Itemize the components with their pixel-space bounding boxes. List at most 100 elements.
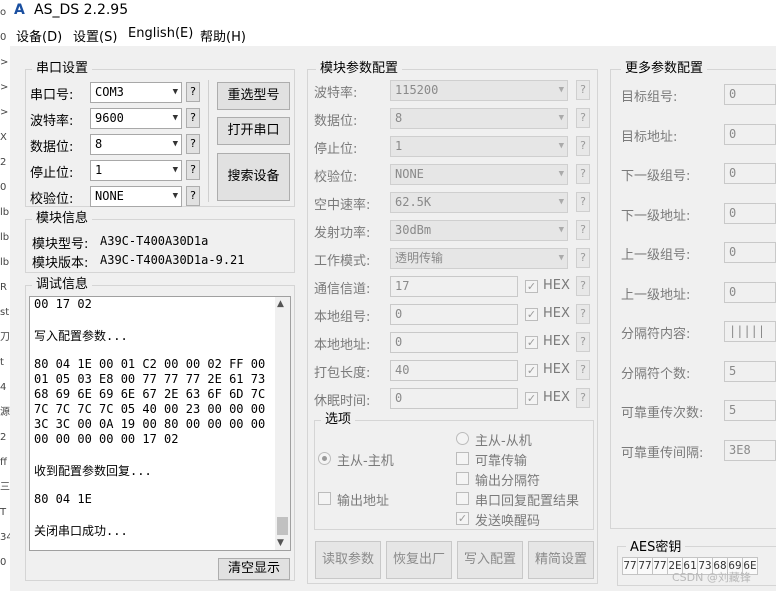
help-button[interactable]: ? (576, 192, 590, 212)
help-button[interactable]: ? (576, 248, 590, 268)
hex-field-input[interactable]: 0 (390, 332, 518, 353)
param-label: 空中速率: (314, 198, 371, 213)
param-label: 停止位: (314, 142, 358, 157)
help-button[interactable]: ? (576, 80, 590, 100)
debug-log-scrollbar[interactable]: ▲ ▼ (275, 297, 290, 550)
scroll-down-icon[interactable]: ▼ (277, 538, 284, 548)
more-field-input[interactable]: 5 (724, 400, 776, 421)
hex-field-input[interactable]: 40 (390, 360, 518, 381)
help-button[interactable]: ? (576, 164, 590, 184)
simple-settings-button[interactable]: 精简设置 (528, 541, 594, 579)
chevron-down-icon: ▼ (172, 113, 178, 123)
menu-help[interactable]: 帮助(H) (200, 26, 246, 45)
serial-combo[interactable]: 8 ▼ (90, 134, 182, 155)
radio-slave-label: 主从-从机 (475, 434, 532, 449)
param-combo[interactable]: 62.5K ▼ (390, 192, 568, 213)
help-button[interactable]: ? (576, 332, 590, 352)
menu-english[interactable]: English(E) (128, 26, 193, 41)
help-button[interactable]: ? (576, 220, 590, 240)
write-config-button[interactable]: 写入配置 (457, 541, 523, 579)
restore-factory-button[interactable]: 恢复出厂 (386, 541, 452, 579)
help-button[interactable]: ? (576, 388, 590, 408)
send-wakeup-checkbox[interactable]: ✓ (456, 512, 469, 525)
help-button[interactable]: ? (186, 134, 200, 154)
output-address-label: 输出地址 (337, 494, 390, 509)
search-device-button[interactable]: 搜索设备 (217, 153, 290, 201)
chevron-down-icon: ▼ (558, 253, 564, 263)
param-label: 发射功率: (314, 226, 371, 241)
radio-slave[interactable] (456, 432, 469, 445)
strip-text: R (0, 282, 7, 293)
hex-label: HEX (543, 306, 570, 321)
menu-device[interactable]: 设备(D) (16, 26, 62, 45)
output-address-checkbox[interactable] (318, 492, 331, 505)
param-combo[interactable]: 30dBm ▼ (390, 220, 568, 241)
output-separator-checkbox[interactable] (456, 472, 469, 485)
scroll-thumb[interactable] (277, 517, 288, 535)
serial-combo[interactable]: NONE ▼ (90, 186, 182, 207)
hex-label: HEX (543, 362, 570, 377)
more-field-input[interactable]: 3E8 (724, 439, 776, 461)
scroll-up-icon[interactable]: ▲ (277, 299, 284, 309)
aes-key-byte[interactable]: 77 (622, 557, 638, 575)
param-combo-value: 透明传输 (395, 251, 444, 265)
module-version-label: 模块版本: (32, 256, 89, 271)
debug-log-textarea[interactable]: 00 17 02 写入配置参数... 80 04 1E 00 01 C2 00 00… (29, 296, 291, 551)
hex-checkbox[interactable]: ✓ (525, 392, 538, 405)
more-field-input[interactable]: 0 (724, 202, 776, 224)
read-params-button[interactable]: 读取参数 (315, 541, 381, 579)
help-button[interactable]: ? (576, 276, 590, 296)
strip-text: t (0, 357, 4, 368)
radio-master[interactable] (318, 452, 331, 465)
module-model-label: 模块型号: (32, 237, 89, 252)
hex-field-input[interactable]: 0 (390, 304, 518, 325)
strip-text: 0 (0, 182, 7, 193)
clear-display-button[interactable]: 清空显示 (218, 558, 290, 580)
help-button[interactable]: ? (576, 136, 590, 156)
reselect-model-button[interactable]: 重选型号 (217, 82, 290, 110)
param-combo[interactable]: 1 ▼ (390, 136, 568, 157)
serial-combo[interactable]: COM3 ▼ (90, 82, 182, 103)
help-button[interactable]: ? (576, 108, 590, 128)
open-port-button[interactable]: 打开串口 (217, 117, 290, 145)
aes-key-byte[interactable]: 77 (637, 557, 653, 575)
help-button[interactable]: ? (576, 304, 590, 324)
help-button[interactable]: ? (186, 160, 200, 180)
more-field-input[interactable]: 0 (724, 281, 776, 303)
serial-combo[interactable]: 9600 ▼ (90, 108, 182, 129)
strip-text: 2 (0, 157, 7, 168)
serial-label: 波特率: (30, 114, 74, 129)
hex-field-input[interactable]: 0 (390, 388, 518, 409)
help-button[interactable]: ? (186, 186, 200, 206)
menu-settings[interactable]: 设置(S) (73, 26, 117, 45)
more-field-input[interactable]: 0 (724, 242, 776, 263)
hex-checkbox[interactable]: ✓ (525, 336, 538, 349)
help-button[interactable]: ? (186, 82, 200, 102)
options-title: 选项 (321, 413, 356, 427)
help-button[interactable]: ? (576, 360, 590, 380)
param-combo[interactable]: NONE ▼ (390, 164, 568, 185)
param-combo[interactable]: 透明传输 ▼ (390, 248, 568, 269)
param-combo[interactable]: 8 ▼ (390, 108, 568, 129)
chevron-down-icon: ▼ (558, 113, 564, 123)
more-field-input[interactable]: 5 (724, 360, 776, 382)
chevron-down-icon: ▼ (172, 87, 178, 97)
menu-bar: 设备(D) 设置(S) English(E) 帮助(H) (10, 22, 776, 46)
hex-checkbox[interactable]: ✓ (525, 308, 538, 321)
more-field-input[interactable]: ||||| (724, 321, 776, 342)
strip-text: T (0, 507, 7, 518)
serial-combo-value: COM3 (95, 85, 124, 99)
serial-reply-checkbox[interactable] (456, 492, 469, 505)
debug-line: 80 04 1E 00 01 C2 00 00 02 FF 00 (34, 357, 266, 371)
hex-checkbox[interactable]: ✓ (525, 280, 538, 293)
more-field-input[interactable]: 0 (724, 84, 776, 105)
hex-field-input[interactable]: 17 (390, 276, 518, 297)
serial-combo[interactable]: 1 ▼ (90, 160, 182, 181)
more-field-input[interactable]: 0 (724, 123, 776, 145)
hex-checkbox[interactable]: ✓ (525, 364, 538, 377)
reliable-checkbox[interactable] (456, 452, 469, 465)
param-combo[interactable]: 115200 ▼ (390, 80, 568, 101)
aes-key-byte[interactable]: 77 (652, 557, 668, 575)
help-button[interactable]: ? (186, 108, 200, 128)
more-field-input[interactable]: 0 (724, 163, 776, 184)
